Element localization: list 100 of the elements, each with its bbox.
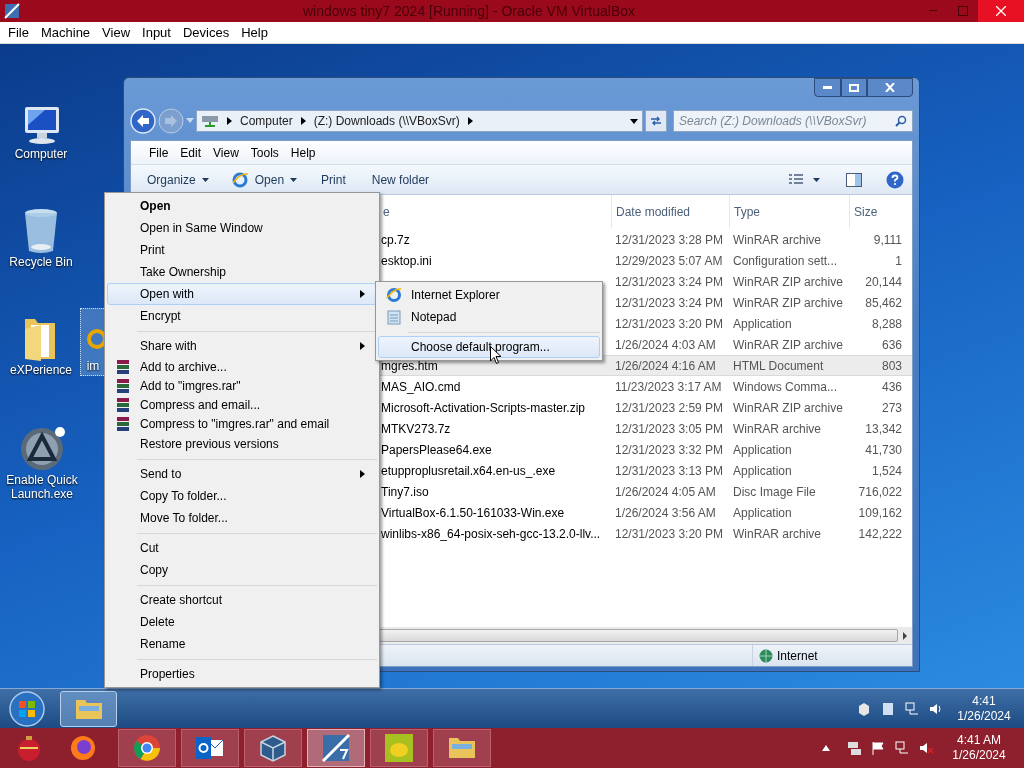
menu-item[interactable]: Restore previous versions [107, 433, 377, 455]
file-row[interactable]: esktop.ini 12/29/2023 5:07 AM Configuration sett... 1 [379, 250, 912, 271]
menu-item[interactable]: Devices [176, 22, 236, 43]
file-row[interactable]: MTKV273.7z 12/31/2023 3:05 PM WinRAR archive 13,342 [379, 418, 912, 439]
breadcrumb[interactable]: Computer [240, 112, 293, 130]
toolbar-button[interactable]: Open [222, 170, 306, 189]
toolbar-button[interactable]: Organize [139, 170, 217, 189]
menu-item[interactable]: Add to archive... [107, 357, 377, 376]
menu-item[interactable]: File [143, 143, 175, 162]
address-bar[interactable]: Computer (Z:) Downloads (\\VBoxSvr) [196, 110, 643, 132]
breadcrumb[interactable]: (Z:) Downloads (\\VBoxSvr) [313, 112, 460, 130]
menu-item[interactable]: Add to "imgres.rar" [107, 376, 377, 395]
refresh-button[interactable] [645, 110, 667, 132]
file-row[interactable]: etupproplusretail.x64.en-us_.exe 12/31/2023 3:13 PM Application 1,524 [379, 460, 912, 481]
back-icon[interactable] [130, 108, 156, 134]
menu-item[interactable]: Send to [107, 463, 377, 485]
menu-item[interactable]: Move To folder... [107, 507, 377, 529]
menu-item[interactable]: View [96, 22, 137, 43]
column-header[interactable]: Type [729, 195, 849, 228]
date-cell: 12/31/2023 3:20 PM [615, 526, 724, 541]
taskbar-button[interactable] [118, 729, 176, 767]
clock-time: 4:41 AM [957, 733, 1001, 748]
stacked-books-icon [116, 396, 130, 413]
menu-item[interactable]: Input [136, 22, 177, 43]
menu-item[interactable]: Choose default program... [378, 336, 600, 358]
dropdown-icon[interactable] [813, 177, 820, 182]
menu-item[interactable]: Create shortcut [107, 589, 377, 611]
menu-item[interactable]: Open with [107, 283, 377, 305]
firefox-icon[interactable] [68, 733, 98, 763]
taskbar-button[interactable] [433, 729, 491, 767]
menu-item[interactable]: Help [235, 22, 274, 43]
file-name: esktop.ini [381, 253, 432, 268]
column-header[interactable]: e [379, 195, 611, 228]
help-icon[interactable] [886, 170, 904, 189]
menu-item[interactable]: Machine [34, 22, 97, 43]
menu-item[interactable]: Print [107, 239, 377, 261]
minimize-button[interactable] [814, 78, 841, 97]
type-cell: Configuration sett... [733, 253, 838, 268]
file-row[interactable]: MAS_AIO.cmd 11/23/2023 3:17 AM Windows Comma... 436 [379, 376, 912, 397]
menu-item[interactable]: Notepad [378, 306, 600, 328]
desktop-icon[interactable]: eXPerience [6, 312, 76, 378]
desktop-icon[interactable]: Enable Quick Launch.exe [2, 422, 82, 502]
preview-pane-icon[interactable] [846, 172, 862, 187]
dropdown-icon[interactable] [630, 118, 638, 124]
horizontal-scrollbar[interactable] [379, 627, 912, 644]
menu-item[interactable]: Compress to "imgres.rar" and email [107, 414, 377, 433]
taskbar-button[interactable] [244, 729, 302, 767]
menu-item[interactable]: View [207, 143, 245, 162]
clock[interactable]: 4:41 1/26/2024 [944, 693, 1024, 724]
menu-item[interactable]: Internet Explorer [378, 284, 600, 306]
size-cell-text: 85,462 [865, 294, 902, 312]
menu-item[interactable]: Help [284, 143, 322, 162]
desktop-icon[interactable]: Recycle Bin [6, 204, 76, 270]
maximize-icon [849, 83, 859, 92]
menu-item[interactable]: Copy [107, 559, 377, 581]
menu-item[interactable]: Edit [174, 143, 208, 162]
scroll-thumb[interactable] [379, 629, 898, 642]
clock[interactable]: 4:41 AM 1/26/2024 [934, 733, 1024, 763]
taskbar-button[interactable] [60, 690, 117, 727]
date-cell: 12/31/2023 3:13 PM [615, 463, 724, 478]
taskbar-button[interactable] [307, 729, 365, 767]
tray-icon [880, 700, 896, 717]
network-icon [846, 740, 862, 756]
maximize-button[interactable] [841, 78, 867, 97]
file-row[interactable]: winlibs-x86_64-posix-seh-gcc-13.2.0-llv... 12/31/2023 3:20 PM WinRAR archive 142,222 [379, 523, 912, 544]
menu-item[interactable]: Cut [107, 537, 377, 559]
toolbar-button[interactable]: New folder [361, 170, 440, 189]
file-row[interactable]: PapersPlease64.exe 12/31/2023 3:32 PM Application 41,730 [379, 439, 912, 460]
menu-item[interactable]: Delete [107, 611, 377, 633]
column-header[interactable]: Size [849, 195, 912, 228]
menu-item[interactable]: Open in Same Window [107, 217, 377, 239]
column-header[interactable]: Date modified [611, 195, 729, 228]
close-button[interactable] [867, 78, 913, 97]
taskbar-button[interactable] [181, 729, 239, 767]
file-row[interactable]: Microsoft-Activation-Scripts-master.zip 12/31/2023 2:59 PM WinRAR ZIP archive 273 [379, 397, 912, 418]
menu-item[interactable]: Properties [107, 663, 377, 685]
size-cell-text: 41,730 [865, 441, 902, 459]
menu-item[interactable]: Open [107, 195, 377, 217]
menu-item[interactable]: Rename [107, 633, 377, 655]
menu-item[interactable]: Encrypt [107, 305, 377, 327]
search-field[interactable]: Search (Z:) Downloads (\\VBoxSvr) [673, 110, 913, 132]
menu-item[interactable]: Share with [107, 335, 377, 357]
globe-e-icon [386, 287, 402, 303]
desktop-icon[interactable]: Computer [6, 96, 76, 162]
flag-icon [870, 740, 886, 756]
menu-item[interactable]: Take Ownership [107, 261, 377, 283]
taskbar-button[interactable] [370, 729, 428, 767]
file-name: mgres.htm [381, 358, 438, 373]
start-orb-icon[interactable] [8, 689, 46, 728]
toolbar-button[interactable]: Print [311, 170, 356, 189]
file-row[interactable]: Tiny7.iso 1/26/2024 4:05 AM Disc Image File 716,022 [379, 481, 912, 502]
size-cell-text: 1 [895, 252, 902, 270]
icon-label: Recycle Bin [9, 255, 73, 269]
file-row[interactable]: cp.7z 12/31/2023 3:28 PM WinRAR archive 9,111 [379, 229, 912, 250]
file-row[interactable]: VirtualBox-6.1.50-161033-Win.exe 1/26/2024 3:56 AM Application 109,162 [379, 502, 912, 523]
menu-item[interactable]: File [2, 22, 35, 43]
menu-item[interactable]: Tools [244, 143, 285, 162]
menu-item[interactable]: Compress and email... [107, 395, 377, 414]
file-name: PapersPlease64.exe [381, 442, 492, 457]
menu-item[interactable]: Copy To folder... [107, 485, 377, 507]
